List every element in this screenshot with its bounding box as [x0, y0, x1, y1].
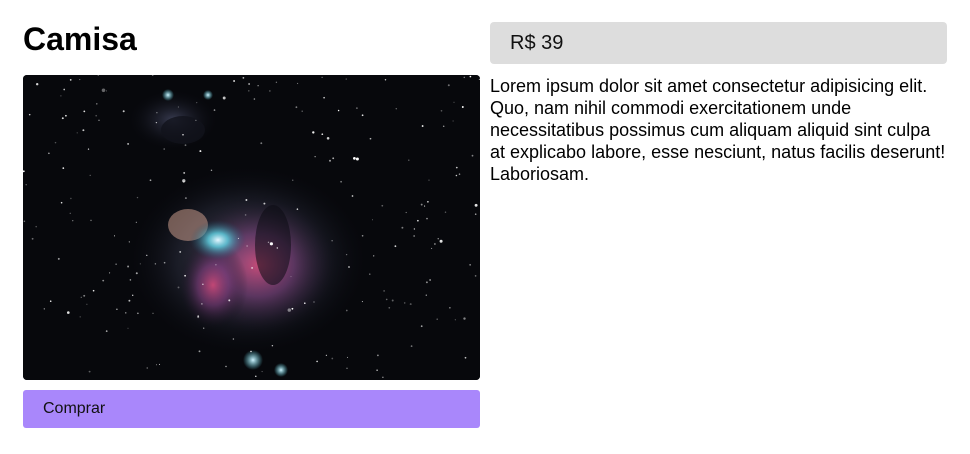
buy-button[interactable]: Comprar — [23, 390, 480, 428]
product-page: Camisa Comprar R$ 39 Lorem ipsum dolor s… — [0, 0, 970, 454]
price-display: R$ 39 — [490, 22, 947, 64]
product-description: Lorem ipsum dolor sit amet consectetur a… — [490, 76, 946, 184]
product-image-nebula — [23, 75, 480, 380]
product-title: Camisa — [23, 21, 137, 57]
